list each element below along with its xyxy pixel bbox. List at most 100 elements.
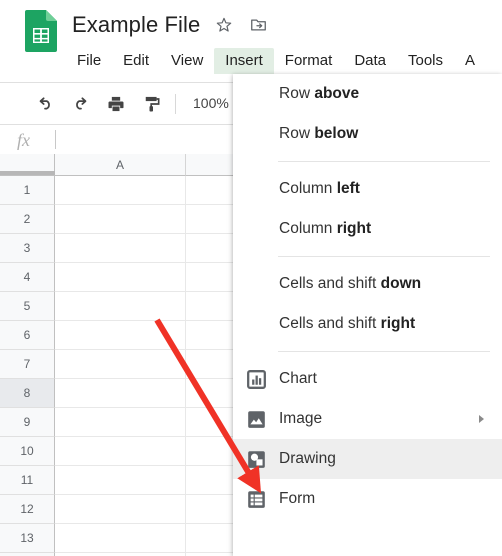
row-header-6[interactable]: 6: [0, 321, 55, 350]
menu-bar-item-data[interactable]: Data: [343, 48, 397, 74]
menu-bar-item-file[interactable]: File: [66, 48, 112, 74]
insert-dropdown-menu: Row above Row below Column left Column righ…: [233, 74, 502, 556]
menu-item-label-text: Column: [279, 220, 337, 237]
menu-item-label: Cells and shift down: [279, 275, 421, 293]
zoom-level[interactable]: 100%: [193, 95, 229, 111]
menu-item-drawing[interactable]: Drawing: [233, 439, 502, 479]
grid-cell[interactable]: [55, 350, 186, 379]
menu-bar: File Edit View Insert Format Data Tools A: [66, 48, 486, 74]
grid-cell[interactable]: [55, 292, 186, 321]
menu-item-label-emphasis: left: [336, 180, 360, 197]
menu-icon-placeholder: [245, 273, 267, 295]
column-header-a[interactable]: A: [55, 154, 186, 176]
menu-icon-placeholder: [245, 313, 267, 335]
menu-item-label-text: Cells and shift: [279, 275, 381, 292]
menu-item-label-emphasis: right: [380, 315, 416, 332]
menu-icon-placeholder: [245, 178, 267, 200]
grid-cell[interactable]: [55, 466, 186, 495]
menu-item-row-below[interactable]: Row below: [233, 114, 502, 154]
menu-item-label-emphasis: above: [314, 85, 360, 102]
menu-item-label-emphasis: right: [336, 220, 372, 237]
grid-cell[interactable]: [55, 321, 186, 350]
row-header-2[interactable]: 2: [0, 205, 55, 234]
grid-cell[interactable]: [55, 495, 186, 524]
menu-item-label: Cells and shift right: [279, 315, 415, 333]
undo-icon[interactable]: [34, 93, 56, 115]
row-header-7[interactable]: 7: [0, 350, 55, 379]
row-header-3[interactable]: 3: [0, 234, 55, 263]
menu-bar-item-insert[interactable]: Insert: [214, 48, 274, 74]
menu-item-cells-shift-right[interactable]: Cells and shift right: [233, 304, 502, 344]
menu-item-label: Column right: [279, 220, 371, 238]
row-headers: 1234567891011121314: [0, 176, 55, 556]
menu-item-image[interactable]: Image: [233, 399, 502, 439]
menu-bar-item-format[interactable]: Format: [274, 48, 344, 74]
grid-cell[interactable]: [55, 524, 186, 553]
row-header-4[interactable]: 4: [0, 263, 55, 292]
menu-item-column-right[interactable]: Column right: [233, 209, 502, 249]
menu-bar-item-view[interactable]: View: [160, 48, 214, 74]
app-header: Example File File Edit View Insert Format Dat…: [0, 0, 502, 82]
formula-bar-divider: [55, 130, 56, 149]
menu-divider: [278, 256, 490, 257]
menu-item-cells-shift-down[interactable]: Cells and shift down: [233, 264, 502, 304]
menu-item-form[interactable]: Form: [233, 479, 502, 519]
grid-cell[interactable]: [55, 205, 186, 234]
paint-format-icon[interactable]: [141, 93, 163, 115]
menu-bar-item-a[interactable]: A: [454, 48, 486, 74]
redo-icon[interactable]: [70, 93, 92, 115]
menu-item-label-text: Form: [279, 490, 316, 507]
menu-item-label-emphasis: below: [314, 125, 359, 142]
menu-bar-item-tools[interactable]: Tools: [397, 48, 454, 74]
menu-icon-placeholder: [245, 123, 267, 145]
grid-cell[interactable]: [55, 263, 186, 292]
menu-icon-placeholder: [245, 218, 267, 240]
menu-item-label-text: Drawing: [279, 450, 336, 467]
row-header-11[interactable]: 11: [0, 466, 55, 495]
select-all-corner[interactable]: [0, 154, 55, 176]
row-header-9[interactable]: 9: [0, 408, 55, 437]
title-row: Example File: [72, 8, 268, 42]
grid-cell[interactable]: [55, 176, 186, 205]
toolbar-separator: [175, 94, 176, 114]
grid-cell[interactable]: [55, 408, 186, 437]
row-header-13[interactable]: 13: [0, 524, 55, 553]
menu-item-label-text: Column: [279, 180, 337, 197]
menu-divider: [278, 351, 490, 352]
grid-cell[interactable]: [55, 234, 186, 263]
menu-divider: [278, 161, 490, 162]
menu-item-label-text: Cells and shift: [279, 315, 381, 332]
menu-item-label-text: Row: [279, 125, 315, 142]
submenu-chevron-right-icon: [479, 415, 484, 423]
menu-item-chart[interactable]: Chart: [233, 359, 502, 399]
menu-item-label-emphasis: down: [380, 275, 422, 292]
menu-item-row-above[interactable]: Row above: [233, 74, 502, 114]
menu-bar-item-edit[interactable]: Edit: [112, 48, 160, 74]
menu-item-label-text: Chart: [279, 370, 317, 387]
menu-item-label: Drawing: [279, 450, 336, 468]
menu-item-label: Chart: [279, 370, 317, 388]
menu-item-label-text: Image: [279, 410, 323, 427]
row-header-8[interactable]: 8: [0, 379, 55, 408]
menu-item-label: Image: [279, 410, 322, 428]
menu-item-label: Row above: [279, 85, 359, 103]
drawing-icon: [245, 448, 267, 470]
row-header-12[interactable]: 12: [0, 495, 55, 524]
grid-cell[interactable]: [55, 379, 186, 408]
menu-item-column-left[interactable]: Column left: [233, 169, 502, 209]
star-outline-icon[interactable]: [214, 15, 234, 35]
menu-item-label: Form: [279, 490, 315, 508]
row-header-5[interactable]: 5: [0, 292, 55, 321]
grid-cell[interactable]: [55, 437, 186, 466]
row-header-10[interactable]: 10: [0, 437, 55, 466]
menu-item-label-text: Row: [279, 85, 315, 102]
row-header-1[interactable]: 1: [0, 176, 55, 205]
move-to-folder-icon[interactable]: [248, 15, 268, 35]
menu-item-label: Column left: [279, 180, 360, 198]
print-icon[interactable]: [105, 93, 127, 115]
fx-label: fx: [17, 130, 30, 150]
page-title[interactable]: Example File: [72, 12, 200, 38]
chart-icon: [245, 368, 267, 390]
google-sheets-window: Example File File Edit View Insert Format Dat…: [0, 0, 502, 556]
menu-icon-placeholder: [245, 83, 267, 105]
